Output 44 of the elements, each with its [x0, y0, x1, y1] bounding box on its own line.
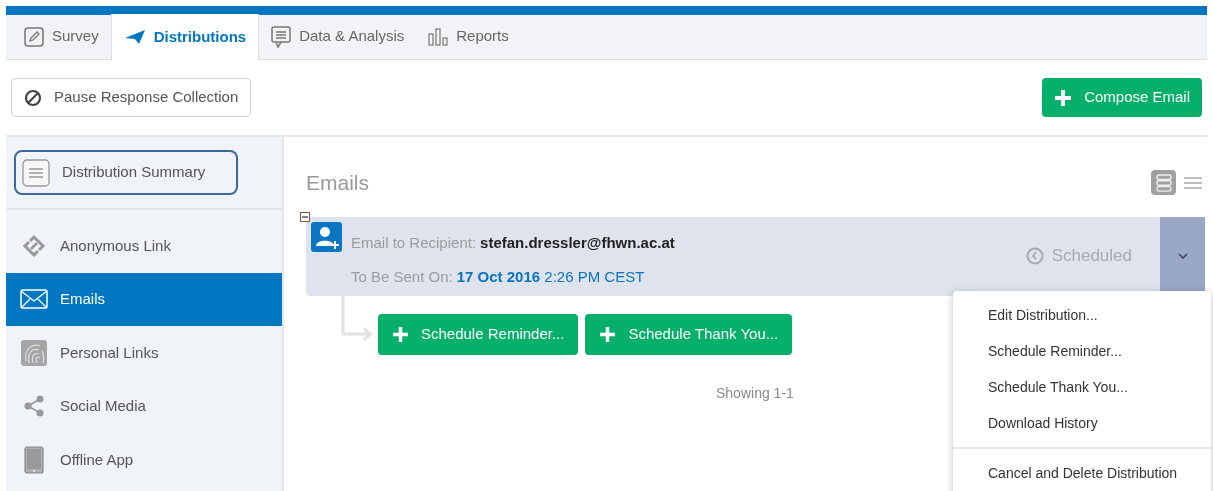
list-icon: [22, 158, 50, 187]
send-date: 17 Oct 2016 2:26 PM CEST: [456, 267, 645, 287]
tablet-icon: [24, 445, 44, 474]
menu-item[interactable]: Schedule Reminder...: [953, 333, 1211, 369]
menu-icon: [1183, 176, 1202, 189]
tab[interactable]: Reports: [416, 14, 521, 59]
menu-item[interactable]: Schedule Thank You...: [953, 369, 1211, 405]
sidebar-item[interactable]: Personal Links: [6, 326, 282, 380]
tab[interactable]: Distributions: [110, 14, 260, 60]
sidebar-item[interactable]: Social Media: [6, 379, 282, 433]
menu-item[interactable]: Edit Distribution...: [953, 297, 1211, 333]
plus-icon: [392, 325, 409, 343]
menu-item[interactable]: Download History: [953, 405, 1211, 441]
menu-item[interactable]: Cancel and Delete Distribution: [953, 455, 1211, 491]
collapse-button[interactable]: [300, 211, 310, 222]
sidebar-item[interactable]: Emails: [6, 272, 282, 326]
comment-icon: [271, 25, 292, 48]
envelope-icon: [20, 289, 48, 310]
field-label: To Be Sent On:: [351, 267, 453, 287]
prohibited-icon: [24, 88, 42, 107]
tab[interactable]: Survey: [12, 14, 111, 59]
tab[interactable]: Data & Analysis: [259, 14, 417, 59]
recipient-email: stefan.dressler@fhwn.ac.at: [480, 232, 675, 253]
showing-count: Showing 1-1: [716, 384, 794, 403]
minus-icon: [302, 213, 308, 220]
paper-plane-icon: [123, 29, 146, 45]
clock-icon: [1025, 247, 1044, 265]
section-title: Emails: [306, 170, 369, 196]
fingerprint-icon: [20, 338, 48, 367]
sidebar-item[interactable]: Offline App: [6, 433, 282, 487]
field-label: Email to Recipient:: [351, 232, 477, 253]
stack-icon: [1155, 173, 1172, 192]
chevron-down-icon: [1177, 253, 1188, 259]
distribution-summary-button[interactable]: Distribution Summary: [14, 150, 238, 195]
add-user-icon: [311, 221, 342, 252]
plus-icon: [1054, 88, 1073, 107]
plus-icon: [599, 325, 617, 343]
sidebar-item[interactable]: Anonymous Link: [6, 219, 282, 273]
pencil-icon: [24, 26, 44, 47]
card-view-button[interactable]: [1151, 170, 1176, 196]
share-icon: [22, 394, 46, 419]
pause-button[interactable]: Pause Response Collection: [11, 78, 252, 117]
status-label: Scheduled: [1051, 245, 1132, 268]
bar-chart-icon: [428, 27, 449, 46]
